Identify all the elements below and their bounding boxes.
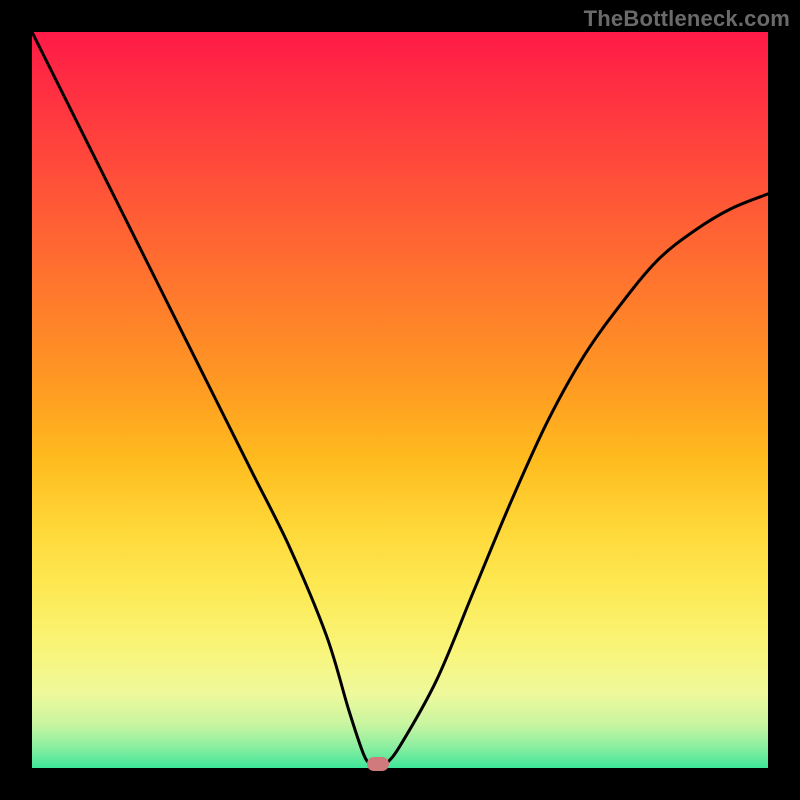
- chart-frame: TheBottleneck.com: [0, 0, 800, 800]
- bottleneck-curve: [32, 32, 768, 768]
- plot-area: [32, 32, 768, 768]
- curve-svg: [32, 32, 768, 768]
- watermark-text: TheBottleneck.com: [584, 6, 790, 32]
- minimum-marker: [367, 757, 389, 771]
